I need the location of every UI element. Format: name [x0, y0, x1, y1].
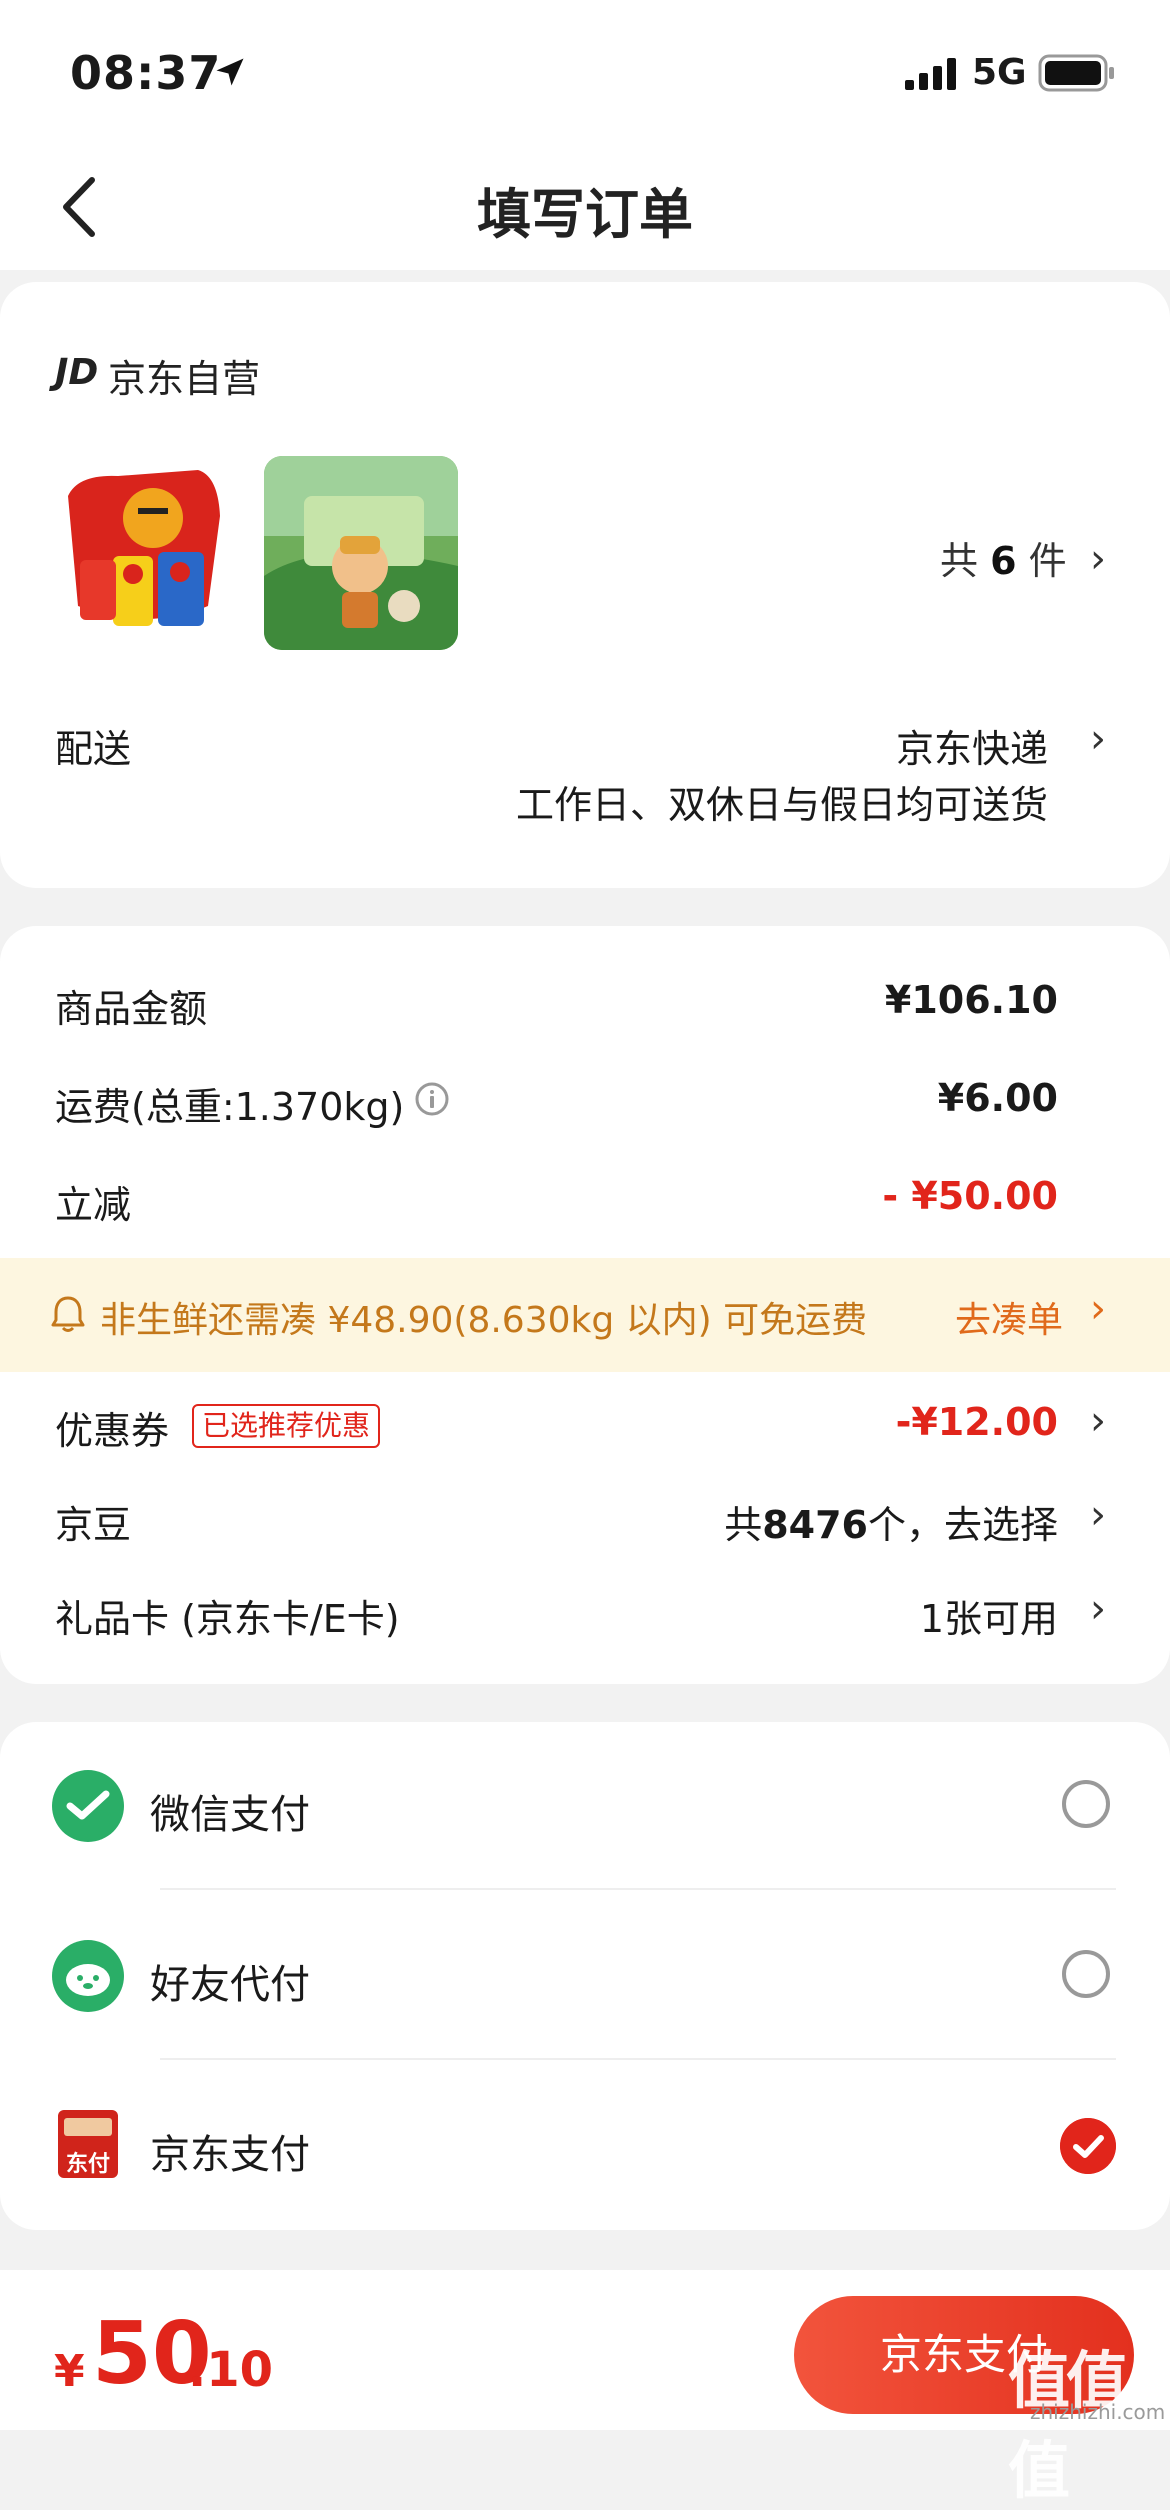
wechat-pay-radio[interactable] — [1062, 1780, 1110, 1828]
friend-pay-radio[interactable] — [1062, 1950, 1110, 1998]
info-icon[interactable] — [413, 1080, 451, 1118]
add-items-link[interactable]: 去凑单 — [955, 1291, 1063, 1343]
add-items-chevron-icon[interactable]: › — [1090, 1286, 1106, 1332]
jingdou-label: 京豆 — [55, 1503, 132, 1547]
product-thumbnail-snack-pack[interactable] — [58, 456, 240, 648]
network-type: 5G — [972, 52, 1027, 93]
friend-pay-icon — [52, 1940, 124, 2012]
jingdou-suffix: 个，去选择 — [867, 1503, 1058, 1547]
coupon-label: 优惠券 — [55, 1409, 170, 1453]
item-count-chevron-icon[interactable]: › — [1090, 536, 1106, 582]
bell-icon — [51, 1296, 85, 1332]
coupon-chevron-icon[interactable]: › — [1090, 1398, 1106, 1444]
location-arrow-icon — [216, 58, 244, 86]
gift-card-value[interactable]: 1张可用 — [700, 1588, 1058, 1643]
jingdou-prefix: 共 — [724, 1503, 763, 1547]
jd-pay-icon-text: 东付 — [65, 2152, 110, 2177]
instant-discount-value: - ¥50.00 — [882, 1174, 1058, 1218]
wechat-pay-label: 微信支付 — [150, 1792, 310, 1838]
gift-card-chevron-icon[interactable]: › — [1090, 1586, 1106, 1632]
jd-logo: JD — [55, 352, 99, 393]
jingdou-value[interactable]: 共8476个，去选择 — [600, 1494, 1058, 1549]
total-currency: ¥ — [54, 2346, 85, 2397]
coupon-value[interactable]: -¥12.00 — [700, 1400, 1058, 1444]
item-count-number: 6 — [990, 539, 1017, 583]
delivery-method[interactable]: 京东快递 — [700, 718, 1048, 773]
jd-pay-radio-checked-icon[interactable] — [1060, 2118, 1116, 2174]
shipping-fee-label: 运费(总重:1.370kg) — [55, 1085, 405, 1129]
free-shipping-text: 非生鲜还需凑 ¥48.90(8.630kg 以内) 可免运费 — [100, 1300, 868, 1341]
goods-amount-value: ¥106.10 — [884, 978, 1058, 1022]
delivery-label: 配送 — [55, 727, 132, 771]
instant-discount-label: 立减 — [55, 1183, 132, 1227]
item-count-prefix: 共 — [940, 539, 979, 583]
status-time: 08:37 — [70, 46, 222, 100]
jingdou-count: 8476 — [762, 1503, 868, 1547]
watermark-url: zhizhizhi.com — [1030, 2400, 1166, 2424]
jd-pay-label: 京东支付 — [150, 2132, 310, 2178]
gift-card-label: 礼品卡 (京东卡/E卡) — [55, 1597, 400, 1641]
delivery-note: 工作日、双休日与假日均可送货 — [515, 783, 1048, 827]
page-title: 填写订单 — [477, 183, 693, 246]
coupon-recommended-tag: 已选推荐优惠 — [192, 1404, 381, 1448]
delivery-chevron-icon[interactable]: › — [1090, 716, 1106, 762]
item-count[interactable]: 共 6 件 — [940, 530, 1067, 585]
total-price-decimal: .10 — [188, 2342, 274, 2398]
product-thumbnail-chips-bag[interactable] — [264, 456, 458, 650]
friend-pay-label: 好友代付 — [150, 1962, 310, 2008]
divider — [160, 1888, 1116, 1890]
wechat-icon — [52, 1770, 124, 1842]
goods-amount-label: 商品金额 — [55, 987, 208, 1031]
divider — [160, 2058, 1116, 2060]
shipping-fee-value: ¥6.00 — [937, 1076, 1058, 1120]
battery-icon — [1038, 54, 1114, 92]
item-count-suffix: 件 — [1028, 539, 1067, 583]
shop-name: 京东自营 — [108, 357, 261, 401]
jingdou-chevron-icon[interactable]: › — [1090, 1492, 1106, 1538]
cellular-signal-icon — [905, 58, 956, 90]
